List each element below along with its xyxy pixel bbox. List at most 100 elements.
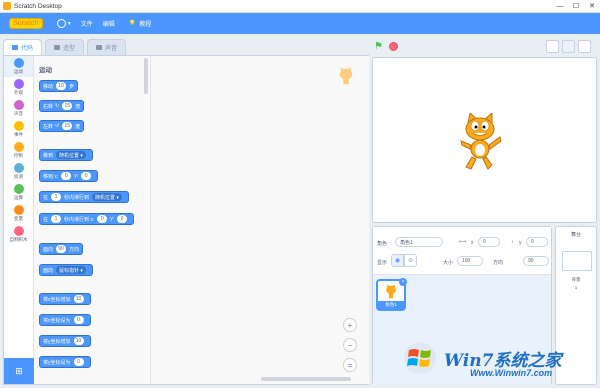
large-stage-button[interactable] (562, 40, 575, 53)
green-flag-icon[interactable]: ⚑ (374, 41, 385, 52)
show-label: 显示 (377, 260, 388, 266)
block-dropdown[interactable]: 随机位置 ▾ (92, 193, 122, 201)
block-set-x[interactable]: 将x坐标设为 0 (39, 314, 91, 326)
maximize-button[interactable]: ☐ (568, 0, 584, 13)
block-change-x[interactable]: 将x坐标增加 10 (39, 293, 91, 305)
scratch-window: Scratch Desktop — ☐ ✕ Scratch ▾ 文件 编辑 💡 教… (0, 0, 600, 388)
category-sound[interactable]: 声音 (4, 98, 33, 119)
block-dropdown[interactable]: 鼠标指针 ▾ (56, 266, 86, 274)
script-area[interactable]: + − = (151, 56, 369, 384)
scratch-logo[interactable]: Scratch (9, 18, 43, 29)
block-input[interactable]: 1 (51, 215, 62, 223)
block-input[interactable]: 10 (56, 82, 67, 90)
category-operators[interactable]: 运算 (4, 182, 33, 203)
category-control[interactable]: 控制 (4, 140, 33, 161)
stop-button[interactable] (389, 42, 398, 51)
rotate-left-icon: ↺ (55, 123, 60, 129)
y-position-input[interactable]: 0 (526, 237, 548, 247)
block-text: 将x坐标增加 (43, 296, 71, 303)
tab-sounds[interactable]: 声音 (87, 39, 127, 55)
tutorials-menu[interactable]: 💡 教程 (129, 13, 152, 34)
category-my-blocks[interactable]: 自制积木 (4, 224, 33, 245)
block-text: 在 (43, 216, 49, 223)
category-motion[interactable]: 运动 (4, 56, 33, 77)
sprite-name-input[interactable]: 角色1 (395, 237, 443, 247)
block-input[interactable]: 10 (73, 337, 84, 345)
speaker-icon (96, 45, 103, 50)
block-change-y[interactable]: 将y坐标增加 10 (39, 335, 91, 347)
x-arrows-icon: ⟷ (459, 239, 467, 245)
direction-input[interactable]: 90 (523, 256, 549, 266)
block-move-steps[interactable]: 移动 10 步 (39, 80, 79, 92)
tab-sounds-label: 声音 (105, 46, 118, 52)
small-stage-button[interactable] (546, 40, 559, 53)
block-point-direction[interactable]: 面向 90 方向 (39, 243, 84, 255)
stage-canvas[interactable] (372, 57, 597, 223)
category-label: 侦测 (14, 174, 23, 179)
block-input[interactable]: 0 (117, 215, 128, 223)
category-looks[interactable]: 外观 (4, 77, 33, 98)
block-input[interactable]: 0 (73, 358, 84, 366)
rotate-right-icon: ↻ (55, 103, 60, 109)
delete-sprite-icon[interactable]: × (399, 278, 407, 286)
zoom-in-button[interactable]: + (343, 318, 357, 332)
block-text: 面向 (43, 267, 54, 274)
add-extension-button[interactable]: ⊞ (4, 358, 34, 384)
fullscreen-button[interactable] (578, 40, 591, 53)
category-sensing[interactable]: 侦测 (4, 161, 33, 182)
zoom-reset-button[interactable]: = (343, 358, 357, 372)
block-glide-to[interactable]: 在 1 秒内滑行到 随机位置 ▾ (39, 191, 129, 203)
watermark: Win7系统之家 Www.Winwin7.com (400, 330, 598, 386)
block-goto[interactable]: 移到 随机位置 ▾ (39, 149, 93, 161)
y-label: y (519, 240, 522, 246)
block-glide-xy[interactable]: 在 1 秒内滑行到 x: 0 y: 0 (39, 213, 135, 225)
block-input[interactable]: 90 (56, 245, 67, 253)
backdrops-count: 1 (574, 285, 578, 290)
block-dropdown[interactable]: 随机位置 ▾ (56, 151, 86, 159)
x-position-input[interactable]: 0 (478, 237, 500, 247)
tab-costumes[interactable]: 造型 (45, 39, 85, 55)
block-input[interactable]: 15 (62, 102, 73, 110)
minimize-button[interactable]: — (552, 0, 568, 13)
current-sprite-watermark-icon (339, 67, 353, 85)
stage-thumbnail[interactable] (562, 251, 592, 271)
sprite-label: 角色 (377, 241, 388, 247)
block-input[interactable]: 10 (73, 295, 84, 303)
block-input[interactable]: 0 (61, 172, 72, 180)
block-input[interactable]: 0 (73, 316, 84, 324)
zoom-out-button[interactable]: − (343, 338, 357, 352)
category-variables[interactable]: 变量 (4, 203, 33, 224)
category-events[interactable]: 事件 (4, 119, 33, 140)
sprite-card[interactable]: × 角色1 (376, 278, 407, 311)
block-text: 秒内滑行到 (64, 194, 90, 201)
language-menu[interactable]: ▾ (56, 13, 71, 34)
block-text: 移动 (43, 83, 54, 90)
cat-sprite[interactable] (458, 113, 504, 171)
script-scrollbar[interactable] (261, 377, 351, 381)
tab-code-label: 代码 (21, 46, 34, 52)
show-hidden-button[interactable]: ⊘ (404, 254, 417, 267)
block-turn-right[interactable]: 右转 ↻ 15 度 (39, 100, 85, 112)
block-point-towards[interactable]: 面向 鼠标指针 ▾ (39, 264, 93, 276)
block-goto-xy[interactable]: 移到 x: 0 y: 0 (39, 170, 99, 182)
show-visible-button[interactable]: ◉ (391, 254, 404, 267)
size-input[interactable]: 100 (457, 256, 483, 266)
file-menu[interactable]: 文件 (81, 13, 93, 34)
lightbulb-icon: 💡 (128, 21, 137, 27)
block-turn-left[interactable]: 左转 ↺ 15 度 (39, 120, 85, 132)
block-input[interactable]: 0 (97, 215, 108, 223)
block-text: 方向 (69, 246, 80, 253)
category-label: 运动 (14, 69, 23, 74)
block-text: 将y坐标增加 (43, 338, 71, 345)
title-bar: Scratch Desktop — ☐ ✕ (0, 0, 600, 13)
palette-scrollbar[interactable] (144, 58, 148, 94)
block-text: 面向 (43, 246, 54, 253)
close-button[interactable]: ✕ (584, 0, 600, 13)
block-input[interactable]: 1 (51, 193, 62, 201)
block-input[interactable]: 0 (81, 172, 92, 180)
block-set-y[interactable]: 将y坐标设为 0 (39, 356, 91, 368)
tab-code[interactable]: 代码 (3, 39, 43, 55)
edit-menu[interactable]: 编辑 (103, 13, 115, 34)
block-text: 左转 (43, 123, 54, 130)
block-input[interactable]: 15 (62, 122, 73, 130)
